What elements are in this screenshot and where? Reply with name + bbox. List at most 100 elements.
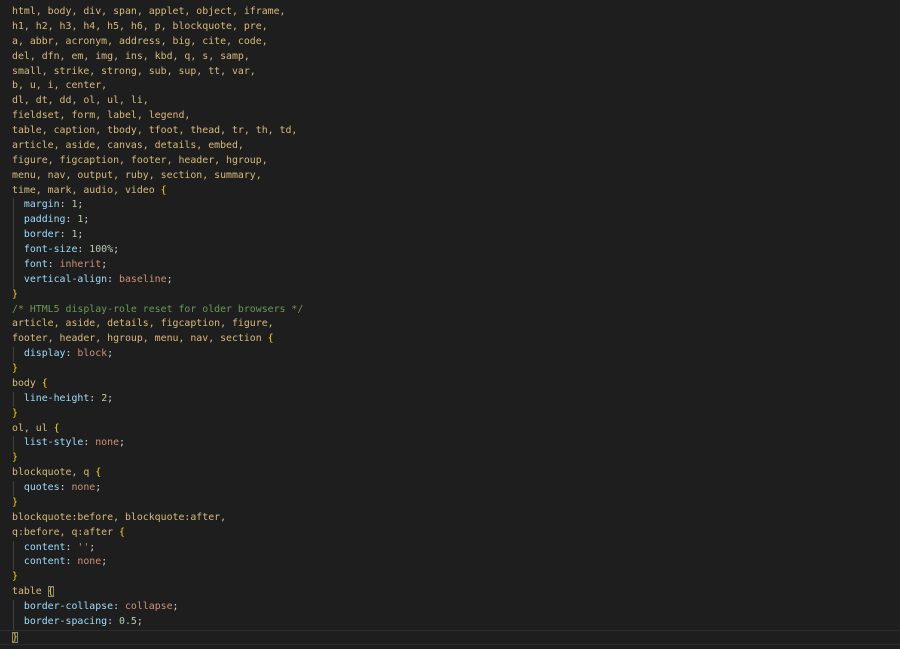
code-token-punc: ;: [172, 601, 179, 612]
code-token-punc: :: [65, 541, 78, 553]
code-token-punc: [12, 616, 24, 627]
code-token-num: 100%: [89, 244, 114, 255]
code-line[interactable]: font-size: 100%;: [0, 243, 900, 258]
code-token-val: none: [77, 556, 102, 568]
code-token-num: 0.5: [119, 615, 137, 627]
code-token-prop: vertical-align: [23, 273, 108, 285]
code-line[interactable]: line-height: 2;: [0, 391, 900, 407]
code-token-punc: [12, 199, 24, 210]
code-token-sel: a, abbr, acronym, address, big, cite, co…: [12, 35, 268, 47]
code-line[interactable]: }: [0, 288, 900, 303]
code-line[interactable]: table {: [0, 585, 900, 600]
code-token-val: inherit: [59, 258, 102, 270]
code-token-sel: menu, nav, output, ruby, section, summar…: [12, 169, 262, 181]
code-token-prop: line-height: [23, 392, 90, 404]
code-token-sel: html, body, div, span, applet, object, i…: [12, 6, 286, 17]
code-token-val: none: [95, 437, 120, 449]
code-token-val: baseline: [119, 273, 167, 285]
code-line[interactable]: dl, dt, dd, ol, ul, li,: [0, 94, 900, 109]
code-token-punc: :: [83, 437, 96, 449]
code-line[interactable]: }: [0, 451, 900, 466]
code-line[interactable]: }: [0, 362, 900, 377]
code-line[interactable]: border: 1;: [0, 228, 900, 243]
code-token-punc: ;: [101, 556, 108, 568]
code-line[interactable]: fieldset, form, label, legend,: [0, 109, 900, 124]
code-token-punc: [12, 482, 24, 493]
code-token-brace: }: [12, 452, 18, 464]
code-token-sel: dl, dt, dd, ol, ul, li,: [12, 95, 149, 107]
code-line[interactable]: del, dfn, em, img, ins, kbd, q, s, samp,: [0, 50, 900, 65]
code-token-sel: blockquote, q: [12, 467, 96, 479]
code-token-punc: [12, 214, 24, 225]
code-token-punc: :: [107, 273, 120, 285]
code-token-prop: quotes: [23, 482, 60, 493]
code-token-punc: :: [47, 258, 60, 270]
code-token-punc: [12, 556, 24, 567]
code-token-sel: b, u, i, center,: [12, 80, 108, 92]
code-line[interactable]: vertical-align: baseline;: [0, 272, 900, 288]
code-line[interactable]: a, abbr, acronym, address, big, cite, co…: [0, 35, 900, 50]
code-line[interactable]: h1, h2, h3, h4, h5, h6, p, blockquote, p…: [0, 20, 900, 35]
code-line[interactable]: ol, ul {: [0, 422, 900, 437]
code-line[interactable]: list-style: none;: [0, 436, 900, 452]
code-line[interactable]: footer, header, hgroup, menu, nav, secti…: [0, 332, 900, 347]
code-line[interactable]: body {: [0, 377, 900, 392]
code-token-brace: }: [12, 363, 18, 374]
code-line[interactable]: /* HTML5 display-role reset for older br…: [0, 303, 900, 318]
code-line[interactable]: b, u, i, center,: [0, 79, 900, 94]
code-line[interactable]: table, caption, tbody, tfoot, thead, tr,…: [0, 124, 900, 139]
code-token-brace: {: [47, 586, 54, 598]
code-line[interactable]: }: [0, 570, 900, 585]
code-editor[interactable]: html, body, div, span, applet, object, i…: [0, 5, 900, 645]
code-line[interactable]: figure, figcaption, footer, header, hgro…: [0, 154, 900, 169]
code-token-punc: ;: [136, 615, 143, 627]
code-token-punc: :: [65, 556, 78, 568]
code-line[interactable]: blockquote:before, blockquote:after,: [0, 511, 900, 526]
code-line[interactable]: display: block;: [0, 347, 900, 362]
code-token-sel: blockquote:before, blockquote:after,: [12, 511, 227, 523]
code-token-punc: [12, 393, 24, 404]
code-token-punc: ;: [119, 437, 125, 449]
code-line[interactable]: q:before, q:after {: [0, 526, 900, 541]
code-token-punc: ;: [107, 348, 114, 360]
code-line[interactable]: article, aside, details, figcaption, fig…: [0, 317, 900, 332]
code-token-punc: :: [59, 482, 72, 493]
code-line[interactable]: blockquote, q {: [0, 466, 900, 481]
code-token-sel: q:before, q:after: [12, 526, 120, 538]
code-token-brace: {: [95, 467, 102, 479]
code-line[interactable]: quotes: none;: [0, 481, 900, 496]
code-line[interactable]: margin: 1;: [0, 198, 900, 214]
code-line[interactable]: }: [0, 407, 900, 422]
code-token-val: '': [77, 541, 90, 553]
code-token-punc: :: [65, 214, 78, 226]
code-line[interactable]: font: inherit;: [0, 257, 900, 273]
code-line[interactable]: small, strike, strong, sub, sup, tt, var…: [0, 65, 900, 80]
code-line[interactable]: content: none;: [0, 555, 900, 571]
code-token-prop: font: [23, 258, 48, 270]
code-line[interactable]: article, aside, canvas, details, embed,: [0, 139, 900, 154]
code-token-brace: }: [12, 407, 18, 419]
code-token-prop: border-spacing: [23, 615, 108, 627]
code-line[interactable]: }: [0, 629, 900, 645]
code-line[interactable]: content: '';: [0, 540, 900, 556]
code-line[interactable]: border-spacing: 0.5;: [0, 614, 900, 630]
code-line[interactable]: }: [0, 496, 900, 511]
code-token-sel: footer, header, hgroup, menu, nav, secti…: [12, 333, 268, 345]
code-line[interactable]: html, body, div, span, applet, object, i…: [0, 5, 900, 20]
code-token-punc: ;: [113, 244, 120, 255]
code-token-sel: article, aside, canvas, details, embed,: [12, 139, 244, 151]
code-token-punc: [12, 437, 24, 448]
code-token-brace: }: [12, 496, 18, 508]
code-token-punc: :: [107, 615, 120, 627]
code-line[interactable]: border-collapse: collapse;: [0, 600, 900, 615]
code-token-sel: small, strike, strong, sub, sup, tt, var…: [12, 65, 256, 77]
code-token-punc: ;: [95, 482, 102, 493]
code-token-val: collapse: [124, 601, 173, 612]
code-line[interactable]: menu, nav, output, ruby, section, summar…: [0, 169, 900, 184]
code-line[interactable]: padding: 1;: [0, 213, 900, 229]
code-line[interactable]: time, mark, audio, video {: [0, 184, 900, 199]
code-token-prop: padding: [23, 214, 66, 226]
code-token-sel: del, dfn, em, img, ins, kbd, q, s, samp,: [12, 50, 250, 62]
code-token-sel: figure, figcaption, footer, header, hgro…: [12, 154, 268, 166]
code-token-sel: ol, ul: [12, 422, 54, 434]
